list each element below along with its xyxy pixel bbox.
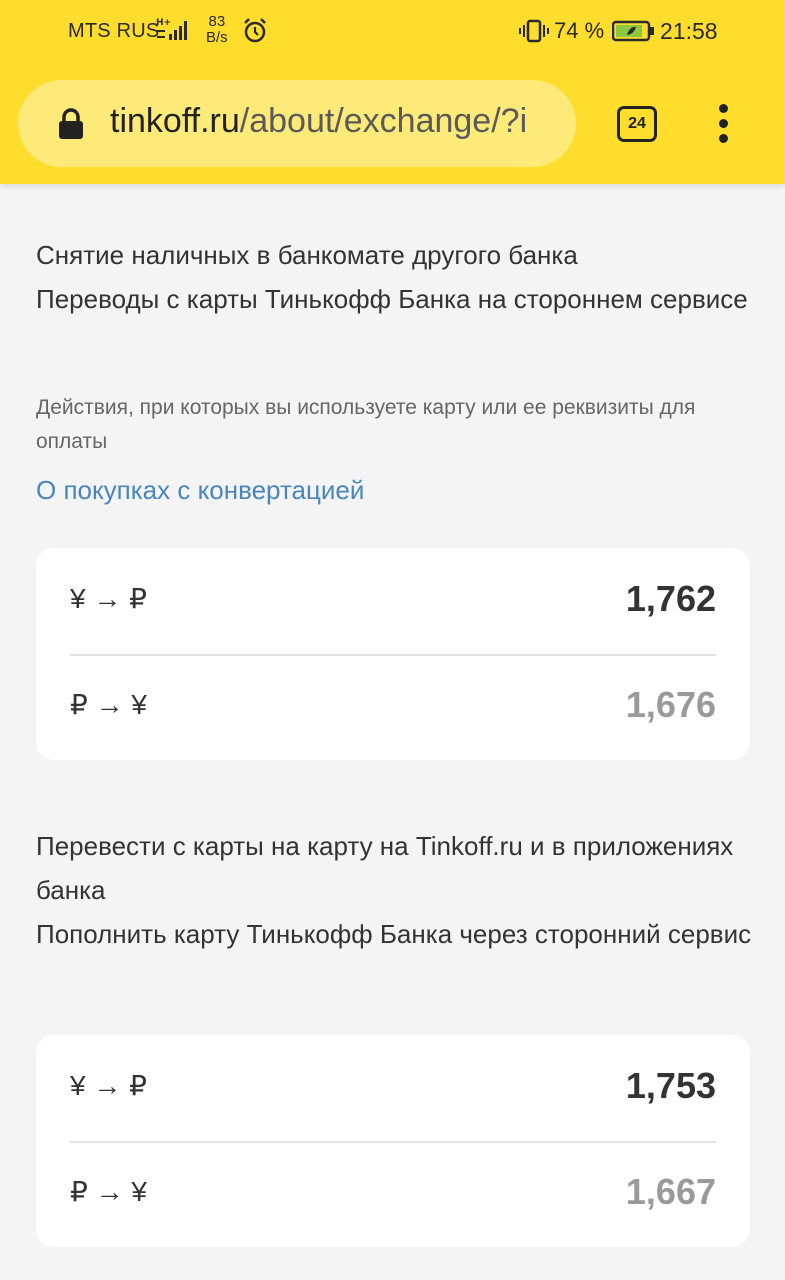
section2-line: Перевести с карты на карту на Tinkoff.ru… (36, 831, 734, 905)
rate-value: 1,667 (625, 1171, 716, 1212)
currency-pair: ₽ → ¥ (70, 689, 147, 720)
url-text[interactable]: tinkoff.ru/about/exchange/?i (110, 102, 560, 141)
vibrate-icon (518, 19, 550, 49)
rate-row: ¥ → ₽ 1,753 (70, 1035, 716, 1141)
rate-row: ¥ → ₽ 1,762 (70, 548, 716, 654)
battery-icon (611, 20, 656, 48)
alarm-icon (243, 18, 267, 50)
tab-switcher-button[interactable]: 24 (617, 106, 657, 142)
section1-subtitle: Действия, при которых вы используете кар… (36, 396, 696, 453)
carrier-name: MTS RUS (68, 20, 160, 42)
section1-line: Снятие наличных в банкомате другого банк… (36, 240, 578, 270)
section1-line: Переводы с карты Тинькофф Банка на сторо… (36, 284, 748, 314)
conversion-purchases-link[interactable]: О покупках с конвертацией (36, 475, 364, 506)
rates-card-2: ¥ → ₽ 1,753 ₽ → ¥ 1,667 (36, 1035, 750, 1247)
signal-icon: H+ (156, 16, 192, 48)
browser-top-bar: MTS RUS H+ 83 B/s 74 % 21:58 tinkoff.ru/… (0, 0, 785, 184)
currency-pair: ₽ → ¥ (70, 1176, 147, 1207)
network-speed-unit: B/s (206, 29, 228, 46)
rate-row: ₽ → ¥ 1,676 (70, 656, 716, 762)
lock-icon (58, 108, 84, 145)
network-speed: 83 B/s (206, 14, 228, 46)
currency-pair: ¥ → ₽ (70, 1070, 147, 1101)
clock: 21:58 (660, 18, 718, 44)
overflow-menu-icon[interactable] (719, 104, 728, 149)
rates-card-1: ¥ → ₽ 1,762 ₽ → ¥ 1,676 (36, 548, 750, 760)
network-speed-value: 83 (208, 13, 226, 30)
status-bar: MTS RUS H+ 83 B/s 74 % 21:58 (0, 0, 785, 62)
rate-value: 1,753 (625, 1065, 716, 1106)
section2-line: Пополнить карту Тинькофф Банка через сто… (36, 919, 752, 949)
url-domain: tinkoff.ru (110, 102, 240, 140)
network-type: H+ (156, 18, 171, 28)
url-path: /about/exchange/?i (239, 102, 528, 140)
rate-value: 1,676 (625, 684, 716, 725)
rate-value: 1,762 (625, 578, 716, 619)
rate-row: ₽ → ¥ 1,667 (70, 1143, 716, 1249)
currency-pair: ¥ → ₽ (70, 583, 147, 614)
battery-percent: 74 % (554, 18, 605, 43)
section1-title: Снятие наличных в банкомате другого банк… (36, 233, 756, 321)
address-bar[interactable]: tinkoff.ru/about/exchange/?i (18, 80, 576, 167)
section2-title: Перевести с карты на карту на Tinkoff.ru… (36, 824, 756, 956)
